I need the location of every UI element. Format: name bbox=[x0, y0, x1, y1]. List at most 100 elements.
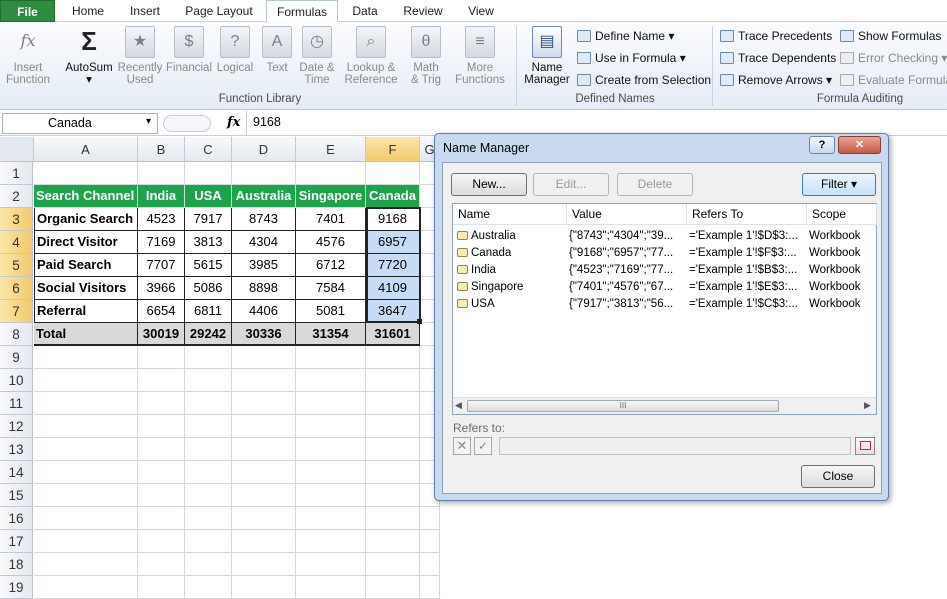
column-header-b[interactable]: B bbox=[138, 137, 185, 162]
row-header-6[interactable]: 6 bbox=[0, 277, 33, 300]
empty-cell[interactable] bbox=[296, 576, 366, 599]
empty-cell[interactable] bbox=[185, 392, 232, 415]
show-formulas-button[interactable]: Show Formulas bbox=[840, 27, 941, 45]
empty-cell[interactable] bbox=[34, 553, 138, 576]
empty-cell[interactable] bbox=[138, 553, 185, 576]
cell-header-usa[interactable]: USA bbox=[185, 185, 232, 208]
filter-button[interactable]: Filter ▾ bbox=[802, 173, 876, 196]
math-trig-button[interactable]: θ Math & Trig bbox=[404, 26, 448, 86]
cell-header-channel[interactable]: Search Channel bbox=[34, 185, 138, 208]
empty-cell[interactable] bbox=[185, 415, 232, 438]
empty-cell[interactable] bbox=[296, 461, 366, 484]
help-button[interactable]: ? bbox=[809, 136, 835, 154]
cell-value[interactable]: 6811 bbox=[185, 300, 232, 323]
empty-cell[interactable] bbox=[366, 553, 420, 576]
name-cell[interactable]: Singapore bbox=[457, 279, 567, 296]
tab-review[interactable]: Review bbox=[396, 0, 450, 22]
edit-name-button[interactable]: Edit... bbox=[533, 173, 609, 196]
tab-insert[interactable]: Insert bbox=[118, 0, 172, 22]
empty-cell[interactable] bbox=[420, 576, 440, 599]
more-functions-button[interactable]: ≡ More Functions bbox=[450, 26, 510, 86]
row-header-5[interactable]: 5 bbox=[0, 254, 33, 277]
empty-cell[interactable] bbox=[138, 346, 185, 369]
empty-cell[interactable] bbox=[366, 461, 420, 484]
cell-total-singapore[interactable]: 31354 bbox=[296, 323, 366, 346]
empty-cell[interactable] bbox=[138, 507, 185, 530]
row-header-1[interactable]: 1 bbox=[0, 162, 33, 185]
empty-cell[interactable] bbox=[185, 346, 232, 369]
row-header-11[interactable]: 11 bbox=[0, 392, 33, 415]
fill-handle[interactable] bbox=[417, 319, 422, 324]
evaluate-formula-button[interactable]: Evaluate Formula bbox=[840, 71, 947, 89]
empty-cell[interactable] bbox=[185, 162, 232, 185]
empty-cell[interactable] bbox=[138, 530, 185, 553]
cell-value[interactable]: 4406 bbox=[232, 300, 296, 323]
name-cell[interactable]: Canada bbox=[457, 245, 567, 262]
empty-cell[interactable] bbox=[366, 392, 420, 415]
cell-value[interactable]: 6957 bbox=[366, 231, 420, 254]
column-header-d[interactable]: D bbox=[232, 137, 296, 162]
cell-value[interactable]: 7707 bbox=[138, 254, 185, 277]
financial-button[interactable]: $ Financial bbox=[163, 26, 215, 74]
empty-cell[interactable] bbox=[232, 415, 296, 438]
tab-formulas[interactable]: Formulas bbox=[266, 0, 338, 23]
empty-cell[interactable] bbox=[34, 484, 138, 507]
name-cell[interactable]: India bbox=[457, 262, 567, 279]
cell-total-india[interactable]: 30019 bbox=[138, 323, 185, 346]
tab-view[interactable]: View bbox=[458, 0, 504, 22]
row-header-19[interactable]: 19 bbox=[0, 576, 33, 599]
cell-value[interactable]: 3985 bbox=[232, 254, 296, 277]
row-header-7[interactable]: 7 bbox=[0, 300, 33, 323]
cell-value[interactable]: 4523 bbox=[138, 208, 185, 231]
cell-total-australia[interactable]: 30336 bbox=[232, 323, 296, 346]
empty-cell[interactable] bbox=[138, 369, 185, 392]
empty-cell[interactable] bbox=[366, 530, 420, 553]
empty-cell[interactable] bbox=[34, 392, 138, 415]
empty-cell[interactable] bbox=[138, 438, 185, 461]
value-cell[interactable]: {"7401";"4576";"67... bbox=[569, 279, 685, 296]
empty-cell[interactable] bbox=[34, 162, 138, 185]
row-header-2[interactable]: 2 bbox=[0, 185, 33, 208]
empty-cell[interactable] bbox=[296, 438, 366, 461]
error-checking-button[interactable]: Error Checking ▾ bbox=[840, 49, 947, 67]
names-list[interactable]: Name Value Refers To Scope Australia {"87… bbox=[452, 203, 877, 415]
name-cell[interactable]: Australia bbox=[457, 228, 567, 245]
trace-precedents-button[interactable]: Trace Precedents bbox=[720, 27, 832, 45]
empty-cell[interactable] bbox=[296, 553, 366, 576]
tab-data[interactable]: Data bbox=[342, 0, 388, 22]
empty-cell[interactable] bbox=[185, 461, 232, 484]
empty-cell[interactable] bbox=[232, 553, 296, 576]
autosum-button[interactable]: Σ AutoSum ▾ bbox=[60, 26, 118, 86]
date-time-button[interactable]: ◷ Date & Time bbox=[297, 26, 337, 86]
empty-cell[interactable] bbox=[296, 346, 366, 369]
value-cell[interactable]: {"4523";"7169";"77... bbox=[569, 262, 685, 279]
name-manager-button[interactable]: ▤ Name Manager bbox=[520, 26, 574, 86]
value-cell[interactable]: {"8743";"4304";"39... bbox=[569, 228, 685, 245]
empty-cell[interactable] bbox=[420, 530, 440, 553]
name-cell[interactable]: USA bbox=[457, 296, 567, 313]
row-header-8[interactable]: 8 bbox=[0, 323, 33, 346]
scope-cell[interactable]: Workbook bbox=[809, 245, 875, 262]
row-header-15[interactable]: 15 bbox=[0, 484, 33, 507]
empty-cell[interactable] bbox=[232, 530, 296, 553]
row-header-18[interactable]: 18 bbox=[0, 553, 33, 576]
row-header-10[interactable]: 10 bbox=[0, 369, 33, 392]
new-name-button[interactable]: New... bbox=[451, 173, 527, 196]
cell-value[interactable]: 5086 bbox=[185, 277, 232, 300]
scope-cell[interactable]: Workbook bbox=[809, 262, 875, 279]
cell-channel[interactable]: Referral bbox=[34, 300, 138, 323]
close-icon[interactable]: ✕ bbox=[838, 136, 881, 154]
refers-to-input[interactable] bbox=[499, 437, 851, 455]
row-header-14[interactable]: 14 bbox=[0, 461, 33, 484]
empty-cell[interactable] bbox=[232, 346, 296, 369]
refers-to-cell[interactable]: ='Example 1'!$D$3:... bbox=[689, 228, 805, 245]
cancel-edit-icon[interactable]: ✕ bbox=[453, 437, 471, 455]
scroll-right-icon[interactable]: ▶ bbox=[864, 400, 871, 411]
scroll-thumb[interactable]: III bbox=[467, 400, 779, 412]
cell-channel[interactable]: Social Visitors bbox=[34, 277, 138, 300]
empty-cell[interactable] bbox=[366, 346, 420, 369]
empty-cell[interactable] bbox=[138, 162, 185, 185]
row-header-16[interactable]: 16 bbox=[0, 507, 33, 530]
column-header-e[interactable]: E bbox=[296, 137, 366, 162]
tab-page-layout[interactable]: Page Layout bbox=[178, 0, 260, 22]
